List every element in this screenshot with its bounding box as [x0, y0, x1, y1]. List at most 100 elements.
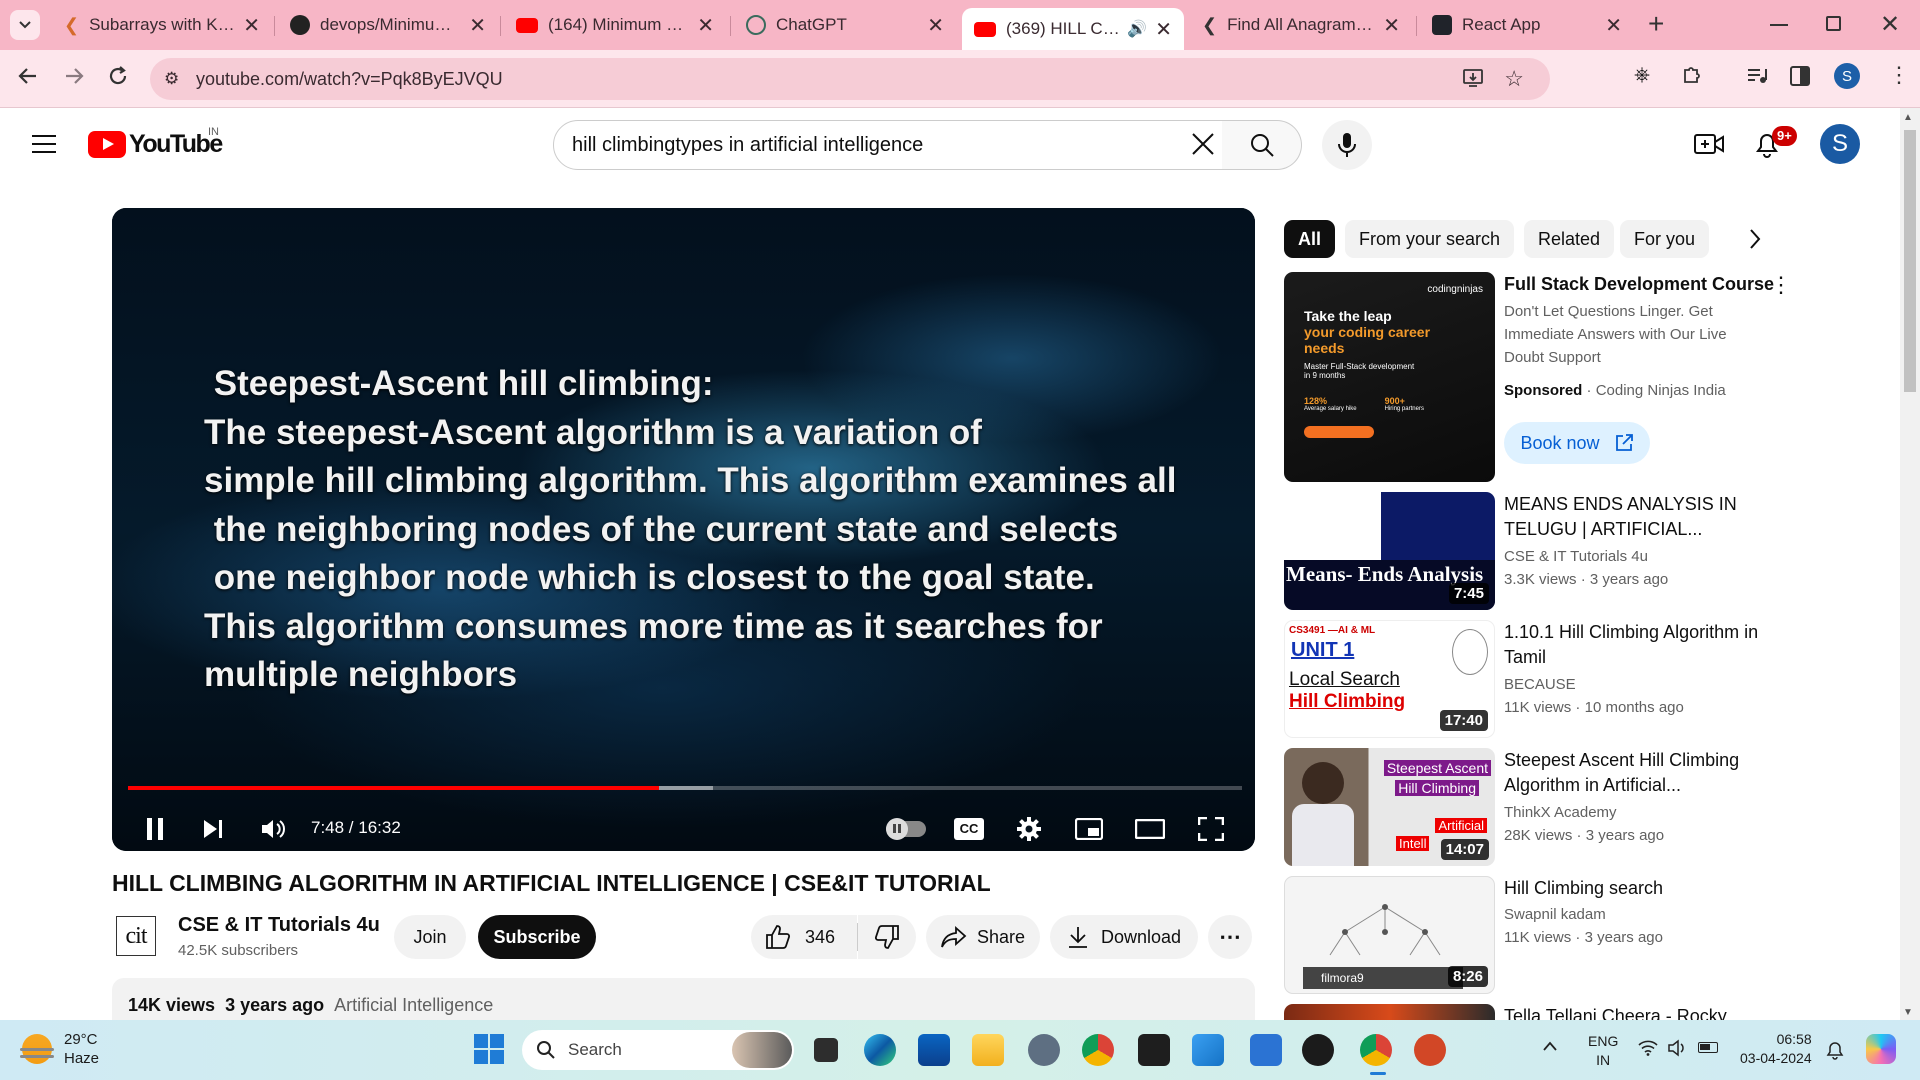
- ad-thumbnail[interactable]: codingninjas Take the leap your coding c…: [1284, 272, 1495, 482]
- more-options-icon[interactable]: ⋮: [1770, 272, 1792, 298]
- new-tab-button[interactable]: +: [1648, 8, 1664, 40]
- terminal-icon[interactable]: [1138, 1034, 1170, 1066]
- bookmark-star-icon[interactable]: ☆: [1504, 66, 1524, 92]
- recommended-video[interactable]: Means- Ends Analysis 7:45 MEANS ENDS ANA…: [1284, 492, 1899, 610]
- browser-tab[interactable]: ChatGPT ✕: [734, 8, 956, 42]
- ad-title[interactable]: Full Stack Development Course: [1504, 272, 1774, 297]
- dislike-button[interactable]: [858, 915, 916, 959]
- theater-mode-button[interactable]: [1132, 806, 1168, 851]
- clock[interactable]: 06:58 03-04-2024: [1740, 1030, 1812, 1068]
- search-input[interactable]: hill climbingtypes in artificial intelli…: [572, 134, 923, 157]
- hamburger-menu-icon[interactable]: [32, 134, 56, 154]
- fullscreen-button[interactable]: [1194, 806, 1228, 851]
- next-button[interactable]: [196, 806, 230, 851]
- media-player-icon[interactable]: [1302, 1034, 1334, 1066]
- autoplay-toggle[interactable]: [884, 806, 928, 851]
- close-window-button[interactable]: ✕: [1880, 10, 1900, 39]
- channel-name[interactable]: CSE & IT Tutorials 4u: [178, 914, 380, 937]
- pause-button[interactable]: [138, 806, 172, 851]
- edge-browser-icon[interactable]: [864, 1034, 896, 1066]
- weather-widget[interactable]: 29°C Haze: [20, 1030, 99, 1068]
- video-title[interactable]: Hill Climbing search: [1504, 876, 1759, 901]
- clear-search-icon[interactable]: [1190, 131, 1216, 157]
- reload-button[interactable]: [106, 64, 130, 88]
- copilot-icon[interactable]: [1866, 1034, 1896, 1064]
- browser-tab[interactable]: ❮ Subarrays with K Diff ✕: [52, 8, 272, 42]
- like-button[interactable]: 346: [751, 915, 857, 959]
- install-app-icon[interactable]: [1462, 67, 1484, 89]
- settings-app-icon[interactable]: [1028, 1034, 1060, 1066]
- side-panel-icon[interactable]: [1790, 66, 1810, 86]
- youtube-logo[interactable]: YouTube: [88, 130, 223, 159]
- show-hidden-icons[interactable]: [1542, 1040, 1558, 1052]
- sponsored-item[interactable]: codingninjas Take the leap your coding c…: [1284, 272, 1899, 482]
- powerpoint-icon[interactable]: [1414, 1034, 1446, 1066]
- close-icon[interactable]: ✕: [243, 13, 260, 38]
- address-bar[interactable]: ⚙ youtube.com/watch?v=Pqk8ByEJVQU ☆: [150, 58, 1550, 100]
- chip-all[interactable]: All: [1284, 220, 1336, 258]
- chrome-icon[interactable]: [1082, 1034, 1114, 1066]
- close-icon[interactable]: ✕: [1155, 17, 1172, 42]
- browser-tab[interactable]: (164) Minimum Wind ✕: [504, 8, 726, 42]
- progress-bar[interactable]: [128, 786, 1242, 790]
- chips-next-arrow-icon[interactable]: [1748, 228, 1762, 250]
- video-title[interactable]: 1.10.1 Hill Climbing Algorithm in Tamil: [1504, 620, 1759, 670]
- site-info-icon[interactable]: ⚙: [164, 69, 179, 89]
- channel-name[interactable]: BECAUSE: [1504, 676, 1576, 693]
- more-actions-button[interactable]: ⋯: [1208, 915, 1252, 959]
- channel-name[interactable]: Swapnil kadam: [1504, 906, 1606, 923]
- volume-tray-icon[interactable]: [1668, 1039, 1688, 1057]
- video-title[interactable]: Steepest Ascent Hill Climbing Algorithm …: [1504, 748, 1759, 798]
- language-indicator[interactable]: ENG IN: [1588, 1032, 1618, 1070]
- account-avatar[interactable]: S: [1820, 124, 1860, 164]
- close-icon[interactable]: ✕: [1605, 13, 1622, 38]
- microsoft-store-icon[interactable]: [918, 1034, 950, 1066]
- video-thumbnail[interactable]: Steepest Ascent Hill Climbing Artificial…: [1284, 748, 1495, 866]
- chip-from-your-search[interactable]: From your search: [1345, 220, 1515, 258]
- video-player[interactable]: Steepest-Ascent hill climbing: The steep…: [112, 208, 1255, 851]
- start-button[interactable]: [474, 1034, 504, 1064]
- close-icon[interactable]: ✕: [697, 13, 714, 38]
- subtitles-button[interactable]: CC: [952, 806, 986, 851]
- video-thumbnail[interactable]: filmora9 8:26: [1284, 876, 1495, 994]
- share-button[interactable]: Share: [926, 915, 1040, 959]
- join-button[interactable]: Join: [394, 915, 466, 959]
- video-thumbnail[interactable]: CS3491 —AI & ML UNIT 1 Local Search Hill…: [1284, 620, 1495, 738]
- voice-search-button[interactable]: [1322, 120, 1372, 170]
- channel-name[interactable]: ThinkX Academy: [1504, 804, 1617, 821]
- channel-avatar[interactable]: cit: [116, 916, 156, 956]
- notification-center-icon[interactable]: [1826, 1040, 1844, 1060]
- page-scrollbar[interactable]: ▲ ▼: [1900, 108, 1920, 1020]
- media-control-icon[interactable]: [1746, 66, 1768, 86]
- recommended-video[interactable]: CS3491 —AI & ML UNIT 1 Local Search Hill…: [1284, 620, 1899, 738]
- volume-button[interactable]: [256, 806, 290, 851]
- speaker-icon[interactable]: 🔊: [1127, 19, 1147, 39]
- recommended-video[interactable]: Steepest Ascent Hill Climbing Artificial…: [1284, 748, 1899, 866]
- close-icon[interactable]: ✕: [927, 13, 944, 38]
- browser-tab[interactable]: devops/Minimum Ab ✕: [278, 8, 498, 42]
- taskbar-search[interactable]: Search: [522, 1030, 794, 1070]
- search-button[interactable]: [1222, 120, 1302, 170]
- search-box[interactable]: hill climbingtypes in artificial intelli…: [553, 120, 1223, 170]
- browser-menu-icon[interactable]: ⋮: [1888, 62, 1910, 88]
- book-now-button[interactable]: Book now: [1504, 422, 1650, 464]
- battery-icon[interactable]: [1698, 1042, 1718, 1053]
- task-view-icon[interactable]: [814, 1038, 838, 1062]
- close-icon[interactable]: ✕: [1383, 13, 1400, 38]
- browser-tab[interactable]: ❮ Find All Anagrams in ✕: [1190, 8, 1412, 42]
- browser-tab-active[interactable]: (369) HILL CLIME 🔊 ✕: [962, 8, 1184, 50]
- extension-icon[interactable]: ⎈: [1634, 64, 1650, 87]
- tab-search-button[interactable]: [10, 10, 40, 40]
- recommended-video[interactable]: filmora9 8:26 Hill Climbing search Swapn…: [1284, 876, 1899, 994]
- restore-button[interactable]: [1826, 16, 1841, 31]
- minimize-button[interactable]: [1770, 24, 1788, 26]
- forward-button[interactable]: [62, 64, 86, 88]
- video-title[interactable]: Tella Tellani Cheera - Rocky: [1504, 1004, 1759, 1020]
- chip-related[interactable]: Related: [1524, 220, 1615, 258]
- wifi-icon[interactable]: [1638, 1040, 1658, 1056]
- notepad-icon[interactable]: [1250, 1034, 1282, 1066]
- video-thumbnail[interactable]: [1284, 1004, 1495, 1020]
- video-tag[interactable]: Artificial Intelligence: [334, 995, 493, 1015]
- download-button[interactable]: Download: [1050, 915, 1198, 959]
- miniplayer-button[interactable]: [1072, 806, 1106, 851]
